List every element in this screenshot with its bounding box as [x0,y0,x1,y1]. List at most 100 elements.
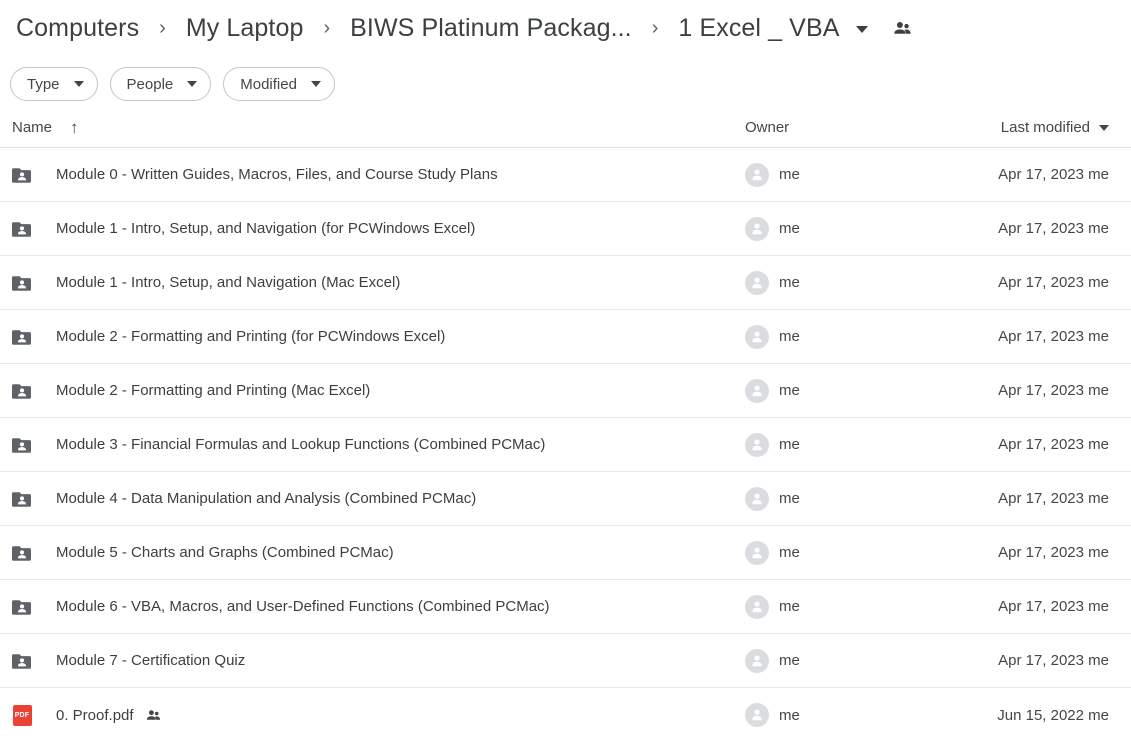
table-row[interactable]: Module 4 - Data Manipulation and Analysi… [0,472,1131,526]
column-header-name[interactable]: Name ↑ [10,119,745,136]
shared-folder-icon [10,325,34,349]
column-header-last-modified-label: Last modified [1000,119,1090,136]
filter-chip-label: Type [27,75,60,93]
person-avatar-icon [745,270,769,295]
column-header-name-label: Name [12,119,53,136]
cell-name: Module 4 - Data Manipulation and Analysi… [10,487,745,511]
person-avatar-icon [745,648,769,673]
chevron-down-icon[interactable] [1099,124,1109,131]
cell-last-modified: Apr 17, 2023 me [998,490,1109,507]
chevron-down-icon [310,81,321,87]
cell-owner: me [745,648,987,673]
breadcrumb-separator: › [159,17,166,39]
cell-name: Module 0 - Written Guides, Macros, Files… [10,163,745,187]
file-list: Module 0 - Written Guides, Macros, Files… [0,148,1131,742]
owner-name: me [779,490,800,507]
cell-last-modified: Apr 17, 2023 me [998,220,1109,237]
breadcrumb-item-4[interactable]: 1 Excel _ VBA [672,12,845,45]
table-row[interactable]: Module 7 - Certification Quiz me Apr 17, 2… [0,634,1131,688]
cell-last-modified: Apr 17, 2023 me [998,382,1109,399]
breadcrumb-separator: › [651,17,659,39]
filter-chip-type[interactable]: Type [10,67,98,101]
shared-folder-icon [10,433,34,457]
person-avatar-icon [745,594,769,619]
breadcrumb-item-1[interactable]: Computers [10,12,145,45]
table-row[interactable]: Module 2 - Formatting and Printing (Mac … [0,364,1131,418]
cell-owner: me [745,162,987,187]
sort-ascending-arrow-icon[interactable]: ↑ [70,119,79,136]
file-name: Module 2 - Formatting and Printing (for … [56,328,446,345]
filter-chip-label: Modified [240,75,297,93]
cell-last-modified: Apr 17, 2023 me [998,598,1109,615]
cell-name: Module 1 - Intro, Setup, and Navigation … [10,271,745,295]
table-row[interactable]: Module 5 - Charts and Graphs (Combined P… [0,526,1131,580]
owner-name: me [779,166,800,183]
cell-last-modified: Apr 17, 2023 me [998,652,1109,669]
shared-folder-icon [10,379,34,403]
owner-name: me [779,274,800,291]
column-header-owner-label: Owner [745,119,790,136]
cell-name: Module 7 - Certification Quiz [10,649,745,673]
cell-owner: me [745,270,987,295]
file-name: 0. Proof.pdf [56,706,134,724]
table-row[interactable]: Module 0 - Written Guides, Macros, Files… [0,148,1131,202]
file-name: Module 7 - Certification Quiz [56,652,246,669]
shared-folder-icon [10,595,34,619]
breadcrumb-item-2[interactable]: My Laptop [180,12,310,45]
column-header-owner[interactable]: Owner [745,119,987,136]
cell-last-modified: Apr 17, 2023 me [998,436,1109,453]
filter-chip-people[interactable]: People [109,67,212,101]
cell-owner: me [745,432,987,457]
shared-folder-icon [10,271,34,295]
chevron-down-icon [73,81,84,87]
person-avatar-icon [745,432,769,457]
column-header-last-modified[interactable]: Last modified [987,119,1109,136]
owner-name: me [779,544,800,561]
table-row[interactable]: Module 2 - Formatting and Printing (for … [0,310,1131,364]
file-name: Module 2 - Formatting and Printing (Mac … [56,382,371,399]
cell-name: Module 2 - Formatting and Printing (Mac … [10,379,745,403]
file-name: Module 6 - VBA, Macros, and User-Defined… [56,598,550,615]
person-avatar-icon [745,216,769,241]
person-avatar-icon [745,162,769,187]
filter-chip-modified[interactable]: Modified [223,67,335,101]
cell-name: Module 6 - VBA, Macros, and User-Defined… [10,595,745,619]
cell-name: Module 3 - Financial Formulas and Lookup… [10,433,745,457]
shared-folder-icon [10,541,34,565]
owner-name: me [779,220,800,237]
table-row[interactable]: Module 1 - Intro, Setup, and Navigation … [0,202,1131,256]
cell-name: Module 5 - Charts and Graphs (Combined P… [10,541,745,565]
cell-owner: me [745,486,987,511]
filter-chip-bar: Type People Modified [0,56,1131,108]
breadcrumb-item-3[interactable]: BIWS Platinum Packag... [344,12,638,45]
file-name: Module 3 - Financial Formulas and Lookup… [56,436,546,453]
owner-name: me [779,382,800,399]
owner-name: me [779,436,800,453]
table-row[interactable]: PDF 0. Proof.pdf me Jun 15, 2022 me [0,688,1131,742]
person-avatar-icon [745,486,769,511]
cell-name: Module 1 - Intro, Setup, and Navigation … [10,217,745,241]
owner-name: me [779,598,800,615]
table-row[interactable]: Module 1 - Intro, Setup, and Navigation … [0,256,1131,310]
shared-folder-icon [10,163,34,187]
shared-folder-icon [10,487,34,511]
people-icon[interactable] [892,18,913,39]
cell-owner: me [745,540,987,565]
drive-file-browser: Computers › My Laptop › BIWS Platinum Packag… [0,0,1131,751]
chevron-down-icon [187,81,198,87]
file-name: Module 1 - Intro, Setup, and Navigation … [56,274,401,291]
table-row[interactable]: Module 3 - Financial Formulas and Lookup… [0,418,1131,472]
breadcrumb: Computers › My Laptop › BIWS Platinum Packag… [0,0,1131,56]
owner-name: me [779,652,800,669]
file-name: Module 4 - Data Manipulation and Analysi… [56,490,477,507]
shared-folder-icon [10,217,34,241]
chevron-down-icon[interactable] [855,26,868,33]
person-avatar-icon [745,703,769,727]
table-header-row: Name ↑ Owner Last modified [0,108,1131,148]
person-avatar-icon [745,540,769,565]
owner-name: me [779,706,800,724]
file-name: Module 0 - Written Guides, Macros, Files… [56,166,498,183]
cell-name: Module 2 - Formatting and Printing (for … [10,325,745,349]
pdf-file-icon: PDF [12,704,32,726]
table-row[interactable]: Module 6 - VBA, Macros, and User-Defined… [0,580,1131,634]
